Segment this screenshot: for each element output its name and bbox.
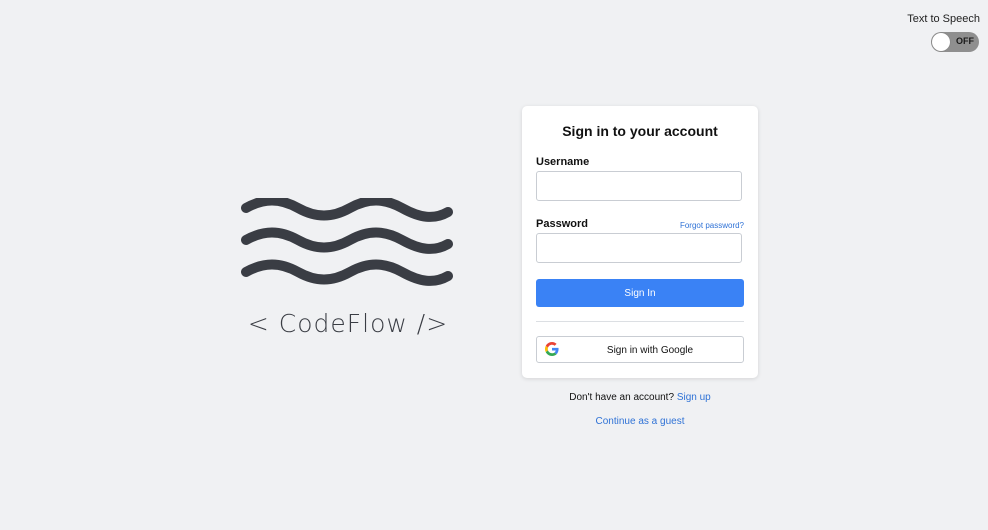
signup-prompt: Don't have an account? Sign up [522,392,758,403]
password-input[interactable] [536,233,742,263]
login-card: Sign in to your account Username Passwor… [522,106,758,378]
tts-toggle[interactable]: OFF [931,32,979,52]
google-icon [545,342,559,356]
sign-up-link[interactable]: Sign up [677,392,711,403]
sign-in-button[interactable]: Sign In [536,279,744,307]
guest-row: Continue as a guest [522,416,758,427]
toggle-knob [932,33,950,51]
continue-as-guest-link[interactable]: Continue as a guest [596,416,685,427]
google-sign-in-button[interactable]: Sign in with Google [536,336,744,363]
username-label: Username [536,156,590,168]
forgot-password-link[interactable]: Forgot password? [680,221,744,230]
waves-icon [241,198,453,286]
tts-label: Text to Speech [907,13,980,25]
login-title: Sign in to your account [562,123,718,139]
divider [536,321,744,322]
text-to-speech-control: Text to Speech OFF [900,13,980,52]
password-label: Password [536,218,588,230]
no-account-text: Don't have an account? [569,392,675,403]
toggle-state: OFF [956,36,974,46]
logo-text: < CodeFlow /> [247,309,449,338]
google-button-label: Sign in with Google [606,345,694,356]
username-input[interactable] [536,171,742,201]
codeflow-logo: < CodeFlow /> [236,198,460,338]
